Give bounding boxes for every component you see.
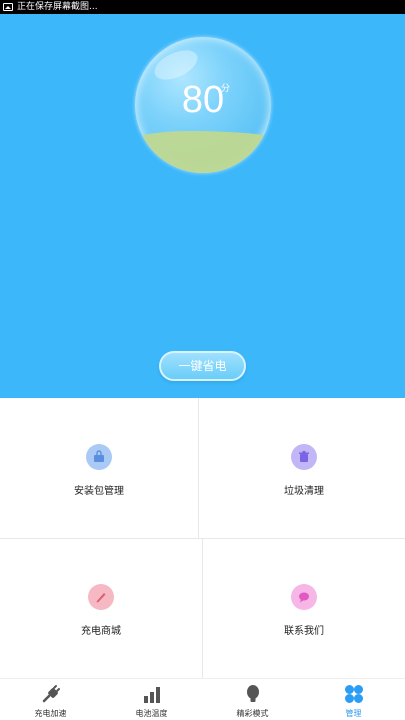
status-bar: 正在保存屏幕截图... [0, 0, 405, 14]
feature-contact-us[interactable]: 联系我们 [203, 584, 405, 637]
tab-charge-boost[interactable]: 充电加速 [0, 679, 101, 720]
feature-charge-mall[interactable]: 充电商城 [0, 584, 202, 637]
status-text: 正在保存屏幕截图... [17, 2, 98, 12]
tab-battery-temp[interactable]: 电池温度 [101, 679, 202, 720]
clover-icon [342, 682, 366, 706]
feature-label: 联系我们 [284, 626, 324, 637]
feature-junk-clean[interactable]: 垃圾清理 [203, 444, 405, 497]
feature-label: 充电商城 [81, 626, 121, 637]
tab-label: 精彩模式 [236, 709, 269, 718]
score-unit: 分 [221, 84, 231, 94]
image-icon [3, 3, 13, 11]
tab-label: 充电加速 [34, 709, 67, 718]
feature-package-manager[interactable]: 安装包管理 [0, 444, 198, 497]
one-key-save-button[interactable]: 一键省电 [159, 351, 246, 381]
feature-grid: 安装包管理 垃圾清理 充电商城 联系我们 [0, 398, 405, 678]
grid-divider [198, 398, 199, 538]
tab-label: 管理 [345, 709, 362, 718]
water-level [135, 131, 271, 173]
chat-icon [291, 584, 317, 610]
feature-label: 安装包管理 [74, 486, 124, 497]
tab-manage[interactable]: 管理 [303, 679, 404, 720]
bar-chart-icon [140, 682, 164, 706]
score-value: 80 [181, 79, 225, 121]
pen-icon [88, 584, 114, 610]
bulb-icon [241, 682, 265, 706]
tab-label: 电池温度 [135, 709, 168, 718]
package-icon [86, 444, 112, 470]
feature-label: 垃圾清理 [284, 486, 324, 497]
grid-divider [0, 538, 405, 539]
hero-panel: 80 分 一键省电 [0, 14, 405, 398]
bottom-tab-bar: 充电加速 电池温度 精彩模式 管理 [0, 678, 405, 720]
tab-wonderful-mode[interactable]: 精彩模式 [202, 679, 303, 720]
score-bubble: 80 分 [135, 37, 271, 173]
trash-icon [291, 444, 317, 470]
plug-icon [39, 682, 63, 706]
